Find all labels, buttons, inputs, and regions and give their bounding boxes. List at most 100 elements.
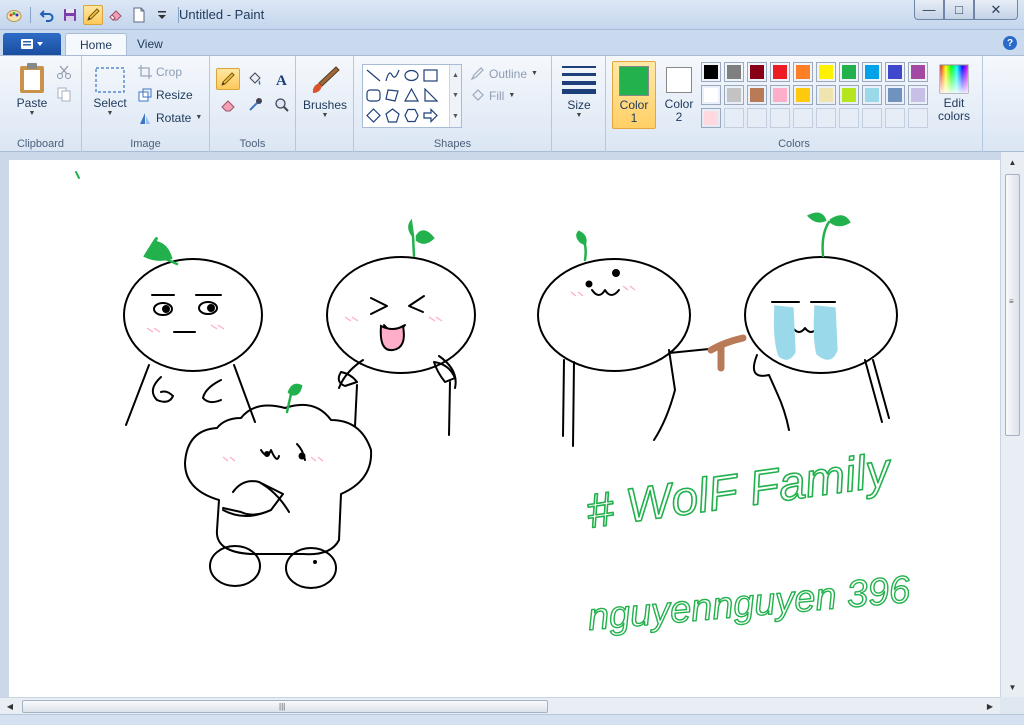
copy-icon[interactable]	[56, 86, 72, 105]
palette-empty-slot[interactable]	[816, 108, 836, 128]
color-2-button[interactable]: Color 2	[658, 61, 700, 129]
palette-swatch[interactable]	[701, 85, 721, 105]
palette-swatch[interactable]	[839, 62, 859, 82]
tab-home[interactable]: Home	[65, 33, 128, 55]
palette-empty-slot[interactable]	[747, 108, 767, 128]
scroll-right-icon[interactable]: ▶	[982, 698, 998, 714]
arrow-shape-icon[interactable]	[422, 107, 439, 124]
edit-colors-button[interactable]: Edit colors	[932, 64, 976, 123]
pencil-icon[interactable]	[83, 5, 103, 25]
paint-menu-button[interactable]	[3, 33, 61, 55]
palette-swatch[interactable]	[724, 62, 744, 82]
palette-empty-slot[interactable]	[862, 108, 882, 128]
shapes-group-label: Shapes	[433, 138, 472, 150]
crop-button[interactable]: Crop	[138, 65, 182, 79]
palette-empty-slot[interactable]	[793, 108, 813, 128]
outline-button[interactable]: Outline ▼	[470, 66, 538, 81]
palette-empty-slot[interactable]	[885, 108, 905, 128]
triangle-shape-icon[interactable]	[403, 87, 420, 104]
eraser-tool-icon[interactable]	[216, 94, 240, 116]
palette-swatch[interactable]	[816, 85, 836, 105]
select-dropdown-icon: ▼	[106, 110, 114, 117]
text-tool-icon[interactable]: A	[270, 68, 294, 90]
brush-icon	[312, 66, 340, 93]
outline-label: Outline	[489, 66, 528, 81]
polygon-shape-icon[interactable]	[384, 87, 401, 104]
palette-swatch[interactable]	[747, 62, 767, 82]
palette-swatch[interactable]	[885, 62, 905, 82]
fill-bucket-icon[interactable]	[243, 68, 267, 90]
palette-swatch[interactable]	[701, 108, 721, 128]
palette-swatch[interactable]	[885, 85, 905, 105]
brushes-button[interactable]: Brushes ▼	[303, 64, 347, 120]
paint-app-icon[interactable]	[4, 5, 24, 25]
curve-shape-icon[interactable]	[384, 67, 401, 84]
palette-swatch[interactable]	[793, 62, 813, 82]
rectangle-shape-icon[interactable]	[422, 67, 439, 84]
palette-swatch[interactable]	[747, 85, 767, 105]
color-palette	[701, 62, 928, 128]
save-icon[interactable]	[60, 5, 80, 25]
palette-swatch[interactable]	[793, 85, 813, 105]
maximize-button[interactable]: □	[944, 0, 974, 20]
palette-swatch[interactable]	[816, 62, 836, 82]
help-icon[interactable]: ?	[1003, 36, 1017, 50]
horizontal-scroll-thumb[interactable]: |||	[22, 700, 548, 713]
size-button[interactable]: Size ▼	[560, 64, 598, 120]
close-button[interactable]: ✕	[974, 0, 1018, 20]
vertical-scrollbar[interactable]: ▲ ≡ ▼	[1000, 152, 1024, 697]
palette-empty-slot[interactable]	[908, 108, 928, 128]
eraser-icon[interactable]	[106, 5, 126, 25]
diamond-shape-icon[interactable]	[365, 107, 382, 124]
line-shape-icon[interactable]	[365, 67, 382, 84]
scroll-left-icon[interactable]: ◀	[2, 698, 18, 714]
shapes-scroll-up-icon[interactable]: ▲	[452, 72, 459, 79]
hexagon-shape-icon[interactable]	[403, 107, 420, 124]
size-label: Size	[567, 98, 591, 112]
undo-icon[interactable]	[37, 5, 57, 25]
horizontal-scrollbar[interactable]: ◀ ||| ▶	[0, 697, 1000, 714]
drawing-canvas[interactable]: # WolF Family nguyennguyen 396	[9, 160, 1000, 697]
palette-swatch[interactable]	[724, 85, 744, 105]
palette-swatch[interactable]	[908, 62, 928, 82]
qat-separator	[30, 7, 31, 23]
size-group: Size ▼	[552, 56, 606, 152]
pentagon-shape-icon[interactable]	[384, 107, 401, 124]
shapes-expand-icon[interactable]: ▼	[452, 113, 459, 120]
minimize-button[interactable]: —	[914, 0, 944, 20]
select-button[interactable]: Select ▼	[90, 66, 130, 118]
canvas-text-line-1: # WolF Family	[583, 443, 896, 538]
magnifier-icon[interactable]	[270, 94, 294, 116]
vertical-scroll-thumb[interactable]: ≡	[1005, 174, 1020, 436]
palette-swatch[interactable]	[770, 62, 790, 82]
tab-view[interactable]: View	[123, 33, 177, 55]
palette-empty-slot[interactable]	[839, 108, 859, 128]
palette-swatch[interactable]	[839, 85, 859, 105]
color-picker-icon[interactable]	[243, 94, 267, 116]
rounded-rectangle-shape-icon[interactable]	[365, 87, 382, 104]
paste-button[interactable]: Paste ▼	[12, 62, 52, 118]
shapes-scroll[interactable]: ▲ ▼ ▼	[449, 65, 461, 127]
customize-qat-icon[interactable]	[152, 5, 172, 25]
new-file-icon[interactable]	[129, 5, 149, 25]
right-triangle-shape-icon[interactable]	[422, 87, 439, 104]
pencil-tool-icon[interactable]	[216, 68, 240, 90]
color-1-button[interactable]: Color 1	[612, 61, 656, 129]
oval-shape-icon[interactable]	[403, 67, 420, 84]
line-size-icon	[562, 66, 596, 94]
scroll-down-icon[interactable]: ▼	[1001, 679, 1024, 695]
palette-swatch[interactable]	[862, 62, 882, 82]
palette-swatch[interactable]	[908, 85, 928, 105]
resize-button[interactable]: Resize	[138, 88, 193, 102]
fill-button[interactable]: Fill ▼	[470, 88, 515, 103]
palette-empty-slot[interactable]	[724, 108, 744, 128]
rotate-button[interactable]: Rotate ▼	[138, 111, 202, 125]
shapes-scroll-down-icon[interactable]: ▼	[452, 92, 459, 99]
scroll-up-icon[interactable]: ▲	[1001, 154, 1024, 170]
palette-swatch[interactable]	[770, 85, 790, 105]
palette-swatch[interactable]	[701, 62, 721, 82]
palette-empty-slot[interactable]	[770, 108, 790, 128]
cut-icon[interactable]	[56, 64, 72, 83]
tools-group-label: Tools	[239, 138, 266, 150]
palette-swatch[interactable]	[862, 85, 882, 105]
